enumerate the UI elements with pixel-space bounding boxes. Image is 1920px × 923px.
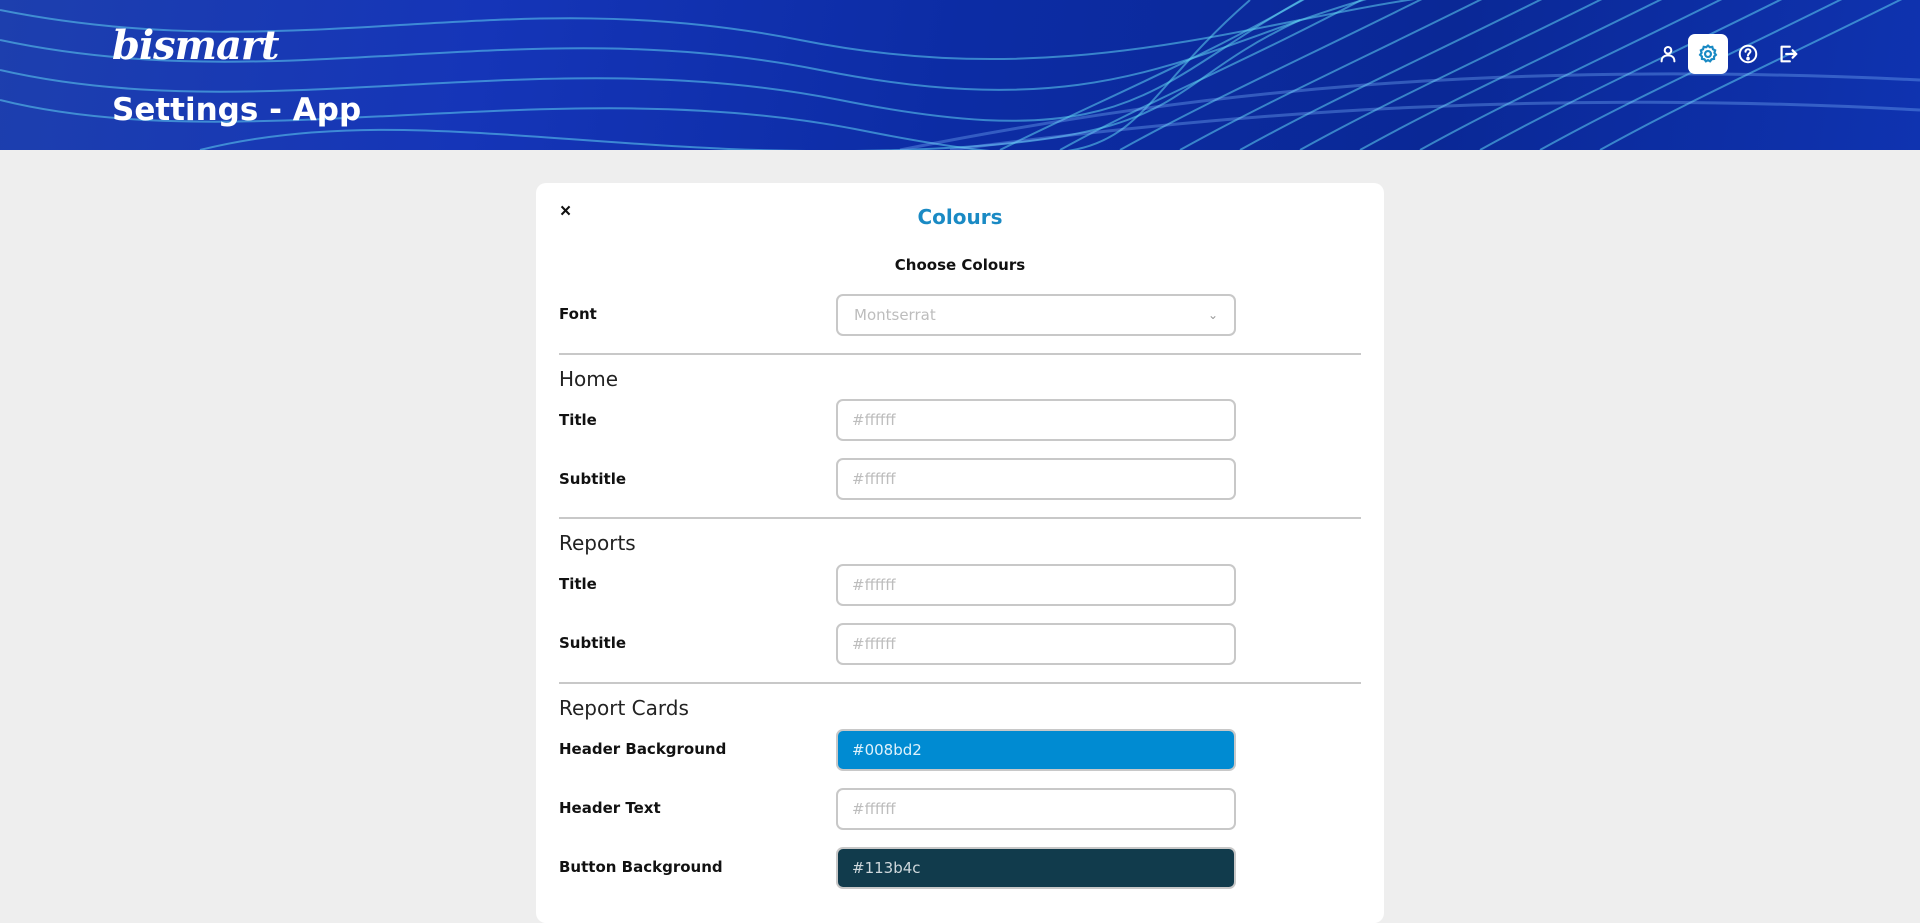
home-subtitle-label: Subtitle xyxy=(559,470,627,488)
logout-icon xyxy=(1780,45,1798,63)
divider xyxy=(559,517,1361,519)
card-title: Colours xyxy=(917,205,1003,229)
gear-icon xyxy=(1698,44,1718,63)
reports-subtitle-input[interactable]: #ffffff xyxy=(836,623,1236,665)
header-background-input[interactable]: #008bd2 xyxy=(836,729,1236,771)
header-banner: bismart Settings - App xyxy=(0,0,1920,150)
user-icon xyxy=(1660,46,1676,63)
section-home: Home xyxy=(559,367,619,391)
font-select-value: Montserrat xyxy=(854,306,936,324)
home-title-label: Title xyxy=(559,411,597,429)
button-background-input[interactable]: #113b4c xyxy=(836,847,1236,889)
logout-button[interactable] xyxy=(1768,34,1808,74)
divider xyxy=(559,353,1361,355)
top-nav xyxy=(1648,34,1808,74)
settings-button[interactable] xyxy=(1688,34,1728,74)
colours-card: × Colours Choose Colours Font Montserrat… xyxy=(536,183,1384,923)
home-subtitle-input[interactable]: #ffffff xyxy=(836,458,1236,500)
header-text-label: Header Text xyxy=(559,799,661,817)
button-background-label: Button Background xyxy=(559,858,723,876)
reports-title-label: Title xyxy=(559,575,597,593)
home-subtitle-value: #ffffff xyxy=(852,470,896,488)
header-text-input[interactable]: #ffffff xyxy=(836,788,1236,830)
help-button[interactable] xyxy=(1728,34,1768,74)
home-title-input[interactable]: #ffffff xyxy=(836,399,1236,441)
reports-title-value: #ffffff xyxy=(852,576,896,594)
profile-button[interactable] xyxy=(1648,34,1688,74)
logo: bismart xyxy=(112,22,279,69)
header-text-value: #ffffff xyxy=(852,800,896,818)
section-report-cards: Report Cards xyxy=(559,696,689,720)
reports-subtitle-label: Subtitle xyxy=(559,634,627,652)
page-title: Settings - App xyxy=(112,92,362,128)
header-background-value: #008bd2 xyxy=(852,741,922,759)
header-background-label: Header Background xyxy=(559,740,727,758)
reports-subtitle-value: #ffffff xyxy=(852,635,896,653)
help-icon xyxy=(1738,44,1758,64)
divider xyxy=(559,682,1361,684)
font-select[interactable]: Montserrat ⌄ xyxy=(836,294,1236,336)
section-reports: Reports xyxy=(559,531,636,555)
button-background-value: #113b4c xyxy=(852,859,921,877)
card-subtitle: Choose Colours xyxy=(894,256,1026,274)
reports-title-input[interactable]: #ffffff xyxy=(836,564,1236,606)
font-label: Font xyxy=(559,305,597,323)
chevron-down-icon: ⌄ xyxy=(1207,308,1218,322)
home-title-value: #ffffff xyxy=(852,411,896,429)
